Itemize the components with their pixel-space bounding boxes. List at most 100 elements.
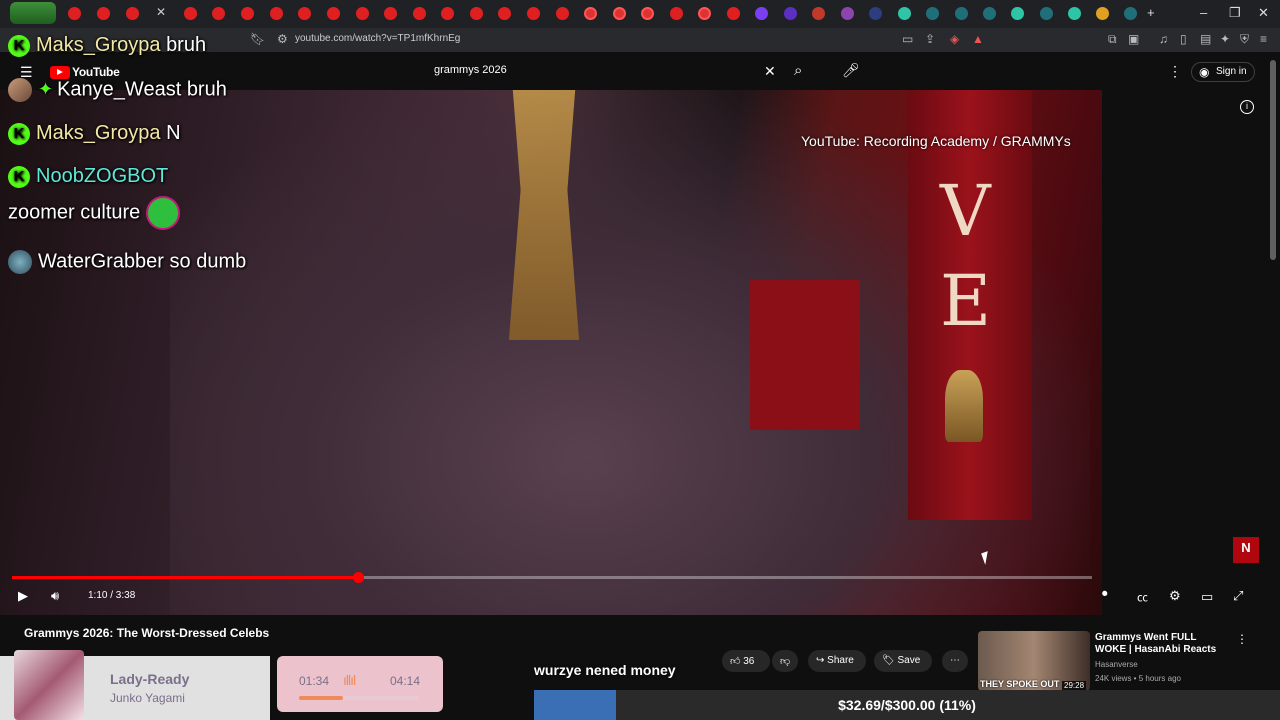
chat-text: bruh [186, 78, 227, 101]
chat-username: Kanye_Weast [57, 78, 182, 101]
play-icon[interactable]: ▶ [18, 588, 28, 604]
account-icon: ◉ [1199, 65, 1210, 79]
tab-youtube-icon[interactable] [270, 7, 283, 20]
fullscreen-icon[interactable]: ⤢ [1233, 588, 1243, 604]
theater-mode-icon[interactable]: ▭ [1201, 589, 1213, 605]
search-input[interactable]: grammys 2026 [424, 60, 786, 84]
suggested-video-title[interactable]: Grammys Went FULL WOKE | HasanAbi Reacts [1095, 632, 1225, 656]
more-options-icon[interactable]: ⋮ [1236, 632, 1248, 646]
tab-youtube-icon[interactable] [68, 7, 81, 20]
tab-site-icon[interactable] [1096, 7, 1109, 20]
screenshot-icon[interactable]: ▣ [1128, 32, 1139, 46]
tab-youtube-icon[interactable] [413, 7, 426, 20]
tab-youtube-icon[interactable] [356, 7, 369, 20]
leo-icon[interactable]: ✦ [1220, 32, 1230, 46]
page-scrollbar[interactable] [1270, 60, 1276, 260]
tab-site-icon[interactable] [584, 7, 597, 20]
tab-site-icon[interactable] [613, 7, 626, 20]
browser-tab-strip: ✕ + – ❐ ✕ [0, 0, 1280, 28]
settings-icon[interactable]: ⚙ [1169, 588, 1181, 604]
tab-youtube-icon[interactable] [384, 7, 397, 20]
kick-badge-icon: K [8, 34, 30, 57]
bookmark-icon[interactable]: 🔖︎ [250, 32, 265, 46]
audio-visualizer-icon: ıllıl [343, 672, 356, 688]
extensions-icon[interactable]: ⧉ [1108, 32, 1117, 47]
close-window-icon[interactable]: ✕ [1258, 5, 1269, 21]
like-button[interactable]: 👍︎ 36 [722, 650, 770, 672]
youtube-logo-text[interactable]: YouTube [72, 65, 120, 79]
tab-youtube-icon[interactable] [441, 7, 454, 20]
tab-site-icon[interactable] [641, 7, 654, 20]
save-button[interactable]: 🏷︎ Save [874, 650, 932, 672]
tab-site-icon[interactable] [898, 7, 911, 20]
more-options-icon[interactable]: ⋮ [1168, 63, 1182, 80]
captions-icon[interactable]: ㏄ [1137, 589, 1148, 605]
share-icon: ↪ [816, 655, 825, 666]
clear-search-icon[interactable]: ✕ [764, 63, 776, 80]
tab-play-icon[interactable] [784, 7, 797, 20]
sign-in-button[interactable]: ◉ Sign in [1191, 62, 1255, 82]
banner-letter: E [940, 260, 992, 342]
tab-youtube-icon[interactable] [327, 7, 340, 20]
video-progress-bar[interactable] [12, 572, 1092, 583]
warning-icon[interactable]: ▲ [972, 32, 984, 46]
more-actions-button[interactable]: ⋯ [942, 650, 968, 672]
tab-youtube-icon[interactable] [97, 7, 110, 20]
autoplay-toggle-icon[interactable]: ⏺ [1102, 588, 1108, 601]
tab-site-icon[interactable] [1011, 7, 1024, 20]
tab-youtube-icon[interactable] [670, 7, 683, 20]
share-button[interactable]: ↪ Share [808, 650, 866, 672]
search-icon[interactable]: ⌕ [794, 62, 802, 79]
tab-site-icon[interactable] [926, 7, 939, 20]
browser-app-icon[interactable] [10, 2, 56, 24]
suggested-video-channel[interactable]: Hasanverse [1095, 660, 1138, 669]
dislike-button[interactable]: 👎︎ [772, 650, 798, 672]
video-progress-knob[interactable] [352, 572, 364, 583]
tab-youtube-icon[interactable] [556, 7, 569, 20]
wallet-icon[interactable]: ▤ [1200, 32, 1211, 46]
kick-badge-icon: K [8, 122, 30, 145]
shield-icon[interactable]: ◈ [950, 32, 959, 46]
minimize-icon[interactable]: – [1200, 5, 1207, 20]
url-field[interactable]: youtube.com/watch?v=TP1mfKhrnEg [295, 33, 460, 44]
chat-text: so dumb [169, 250, 247, 273]
chat-text: N [166, 122, 181, 144]
tab-site-icon[interactable] [1040, 7, 1053, 20]
menu-icon[interactable]: ≡ [1260, 32, 1267, 46]
volume-icon[interactable]: 🔊︎ [51, 588, 59, 604]
vpn-icon[interactable]: ⛨ [1240, 32, 1249, 47]
voice-search-icon[interactable]: 🎤︎ [842, 62, 860, 79]
tab-youtube-icon[interactable] [184, 7, 197, 20]
tab-site-icon[interactable] [955, 7, 968, 20]
video-progress-fill [12, 576, 358, 579]
share-icon[interactable]: ⇪ [925, 32, 935, 46]
restore-icon[interactable]: ❐ [1229, 5, 1241, 21]
tab-close-icon[interactable]: ✕ [156, 5, 166, 19]
tab-site-icon[interactable] [983, 7, 996, 20]
netflix-badge[interactable]: N [1233, 537, 1259, 563]
user-avatar [8, 250, 32, 274]
tab-site-icon[interactable] [1124, 7, 1137, 20]
tab-youtube-icon[interactable] [498, 7, 511, 20]
tab-youtube-icon[interactable] [241, 7, 254, 20]
tab-youtube-icon[interactable] [298, 7, 311, 20]
media-icon[interactable]: ♫ [1159, 32, 1168, 46]
tab-site-icon[interactable] [841, 7, 854, 20]
sidebar-icon[interactable]: ▯ [1180, 32, 1187, 46]
tab-site-icon[interactable] [812, 7, 825, 20]
tab-play-icon[interactable] [755, 7, 768, 20]
tab-youtube-icon[interactable] [727, 7, 740, 20]
tab-site-icon[interactable] [869, 7, 882, 20]
tab-youtube-icon[interactable] [527, 7, 540, 20]
chat-username: Maks_Groypa [36, 34, 161, 56]
extension-icon[interactable]: ▭ [902, 32, 913, 46]
tab-youtube-icon[interactable] [212, 7, 225, 20]
site-info-icon[interactable]: ⚙︎ [277, 32, 288, 46]
info-icon[interactable]: i [1240, 100, 1254, 114]
tab-youtube-icon[interactable] [126, 7, 139, 20]
tab-site-icon[interactable] [698, 7, 711, 20]
album-art [14, 650, 84, 720]
tab-site-icon[interactable] [1068, 7, 1081, 20]
tab-youtube-icon[interactable] [470, 7, 483, 20]
new-tab-icon[interactable]: + [1147, 5, 1155, 20]
